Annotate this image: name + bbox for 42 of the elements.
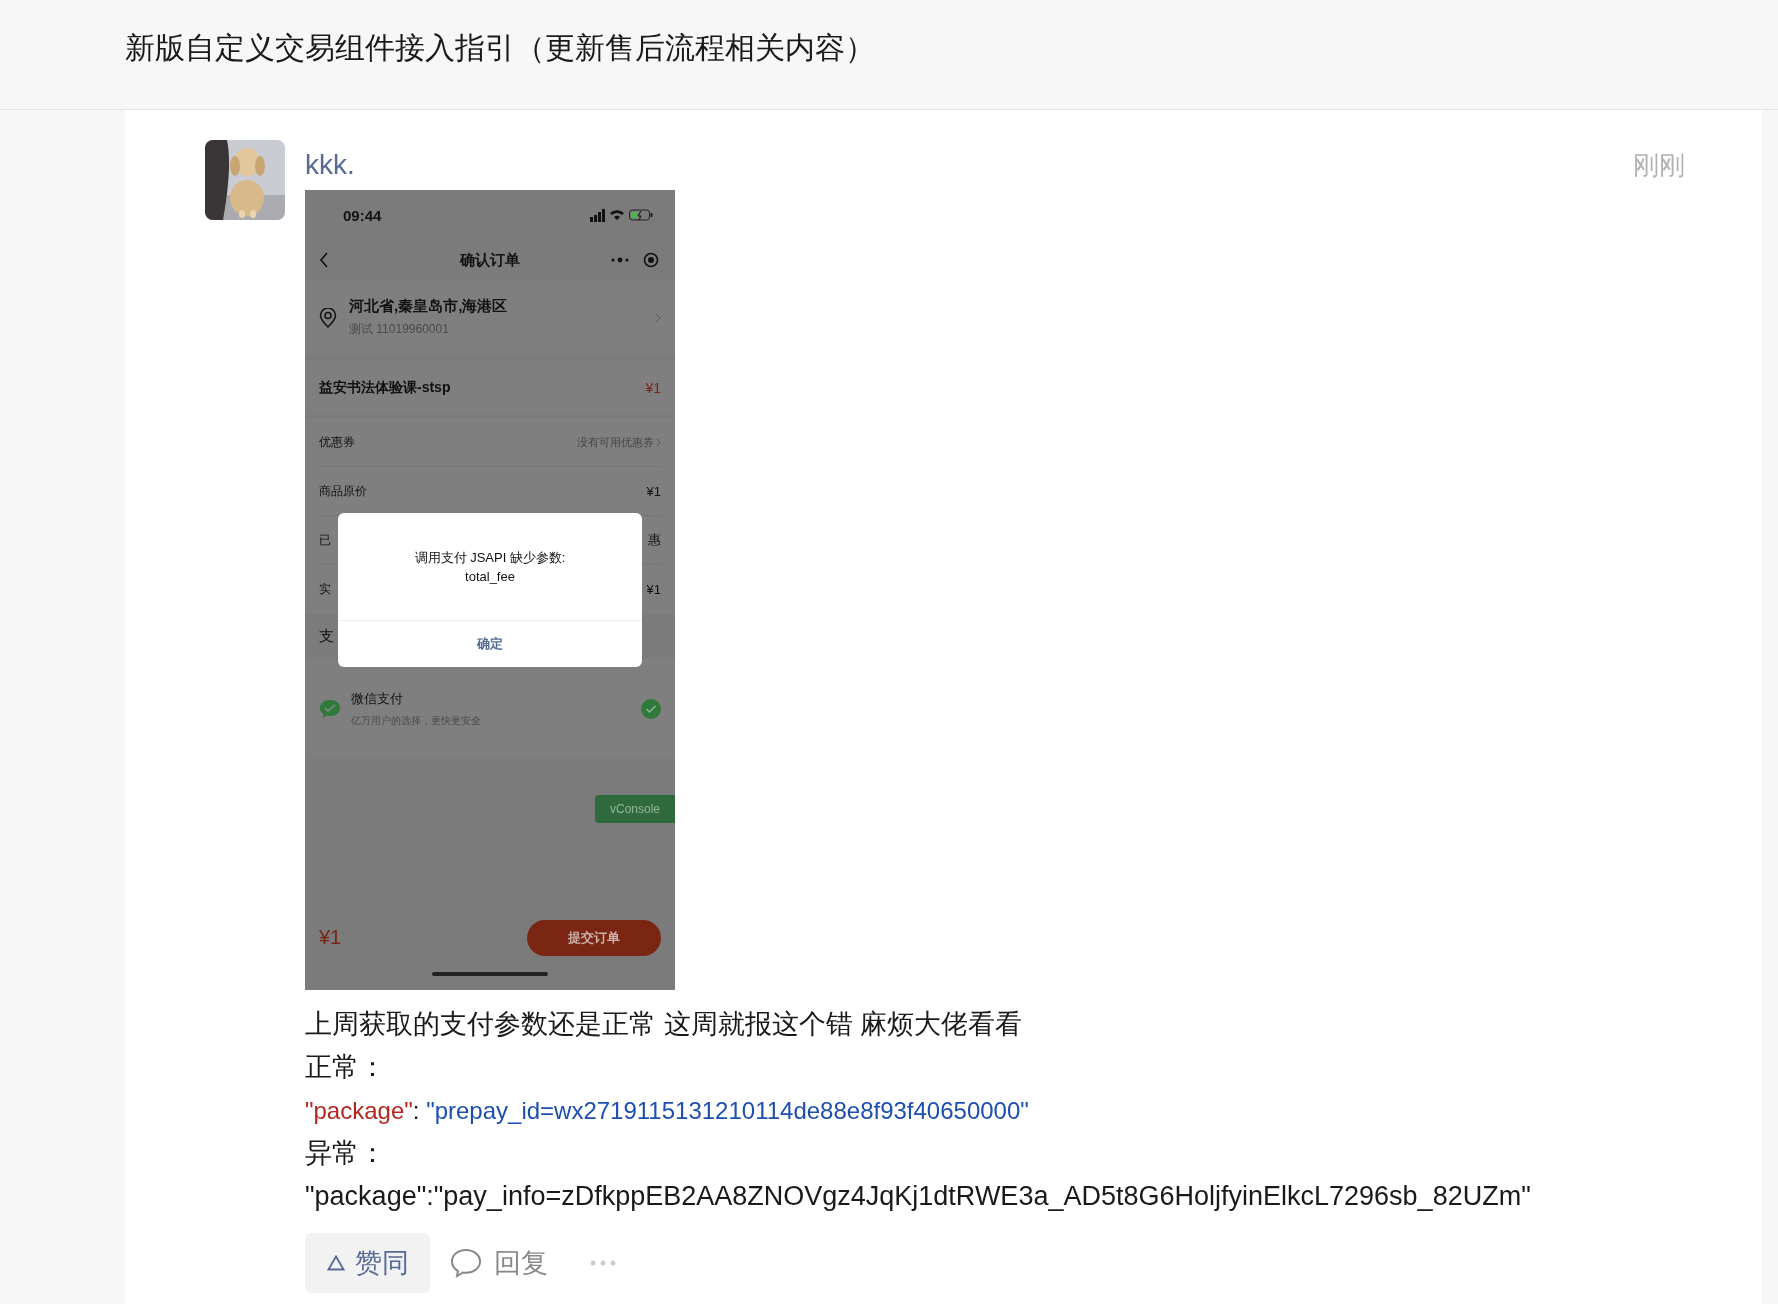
post-text: 正常： xyxy=(305,1051,387,1084)
payment-name: 微信支付 xyxy=(351,690,404,708)
code-line: "package": "prepay_id=wx2719115131210114de88e8f93f40650000" xyxy=(305,1096,1030,1126)
reply-button[interactable]: 回复 xyxy=(446,1233,552,1293)
address-region: 河北省,秦皇岛市,海港区 xyxy=(349,297,509,316)
row-label: 已 xyxy=(319,531,331,549)
row-value: ¥1 xyxy=(646,582,661,597)
triangle-icon xyxy=(326,1255,345,1271)
more-icon[interactable] xyxy=(611,257,629,263)
signal-icon xyxy=(590,208,605,222)
row-label: 商品原价 xyxy=(319,482,367,500)
nav-title: 确认订单 xyxy=(460,250,520,270)
product-name: 益安书法体验课-stsp xyxy=(319,378,451,397)
row-label: 优惠券 xyxy=(319,433,355,451)
product-price: ¥1 xyxy=(645,379,661,396)
post-time: 刚刚 xyxy=(1633,148,1685,182)
chevron-icon xyxy=(655,312,661,323)
dialog-detail: total_fee xyxy=(465,569,515,584)
status-time: 09:44 xyxy=(343,206,382,224)
row-value: 惠 xyxy=(648,531,661,549)
chat-icon xyxy=(319,699,341,719)
section-label: 支 xyxy=(319,627,334,646)
author-name[interactable]: kkk. xyxy=(305,149,355,181)
battery-icon xyxy=(629,209,653,221)
row-label: 实 xyxy=(319,581,331,598)
location-icon xyxy=(319,307,337,328)
like-button[interactable]: 赞同 xyxy=(305,1233,430,1293)
wifi-icon xyxy=(610,209,624,221)
back-icon[interactable] xyxy=(319,252,329,268)
row-value: ¥1 xyxy=(646,483,661,499)
chevron-icon xyxy=(656,437,661,447)
post-text: 异常： xyxy=(305,1137,387,1170)
check-icon[interactable] xyxy=(641,699,661,719)
total-price: ¥1 xyxy=(319,926,342,949)
console-button[interactable]: vConsole xyxy=(595,795,675,823)
submit-button[interactable]: 提交订单 xyxy=(527,919,661,956)
speech-bubble-icon xyxy=(450,1248,482,1278)
page-title: 新版自定义交易组件接入指引（更新售后流程相关内容） xyxy=(125,30,875,66)
post-text: 上周获取的支付参数还是正常 这周就报这个错 麻烦大佬看看 xyxy=(305,1008,1023,1041)
dialog-message: 调用支付 JSAPI 缺少参数: xyxy=(414,549,566,567)
post-text: "package":"pay_info=zDfkppEB2AA8ZNOVgz4JqKj1dtRWE3a_AD5t8G6HoljfyinElkcL7296sb_82UZm" xyxy=(305,1180,1532,1213)
confirm-button[interactable]: 确定 xyxy=(338,621,642,667)
